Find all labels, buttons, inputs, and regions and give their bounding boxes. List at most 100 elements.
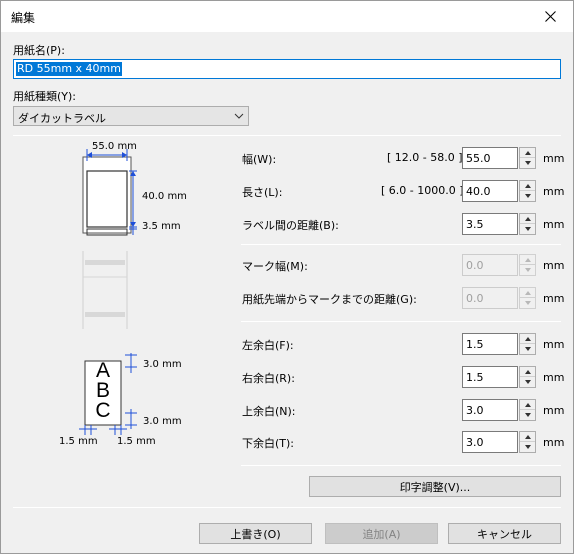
spin-down-icon[interactable]: [520, 442, 535, 452]
spin-up-icon[interactable]: [520, 255, 535, 265]
width-spinner[interactable]: [519, 147, 536, 169]
spin-up-icon[interactable]: [520, 181, 535, 191]
separator: [13, 135, 561, 136]
left-margin-value: 1.5: [466, 338, 484, 351]
spin-down-icon[interactable]: [520, 410, 535, 420]
sample-letter: A: [95, 359, 110, 382]
top-margin-spinner[interactable]: [519, 399, 536, 421]
separator: [241, 465, 561, 466]
spin-up-icon[interactable]: [520, 288, 535, 298]
sample-text: A B C: [87, 359, 119, 422]
bottom-margin-unit: mm: [543, 436, 565, 449]
window-title: 編集: [11, 11, 36, 25]
spin-down-icon[interactable]: [520, 191, 535, 201]
width-label: 幅(W):: [242, 153, 277, 166]
bottom-margin-input[interactable]: 3.0: [462, 431, 518, 453]
mark-distance-label: 用紙先端からマークまでの距離(G):: [242, 293, 417, 306]
spin-up-icon[interactable]: [520, 432, 535, 442]
length-label: 長さ(L):: [242, 186, 283, 199]
mark-distance-value: 0.0: [466, 292, 484, 305]
overwrite-label: 上書き(O): [230, 527, 281, 541]
paper-name-label: 用紙名(P):: [13, 44, 65, 57]
mark-width-spinner[interactable]: [519, 254, 536, 276]
mark-width-label: マーク幅(M):: [242, 260, 308, 273]
print-adjust-button[interactable]: 印字調整(V)...: [309, 476, 561, 497]
top-margin-input[interactable]: 3.0: [462, 399, 518, 421]
left-margin-label: 左余白(F):: [242, 339, 294, 352]
paper-type-value: ダイカットラベル: [18, 112, 106, 125]
spin-down-icon[interactable]: [520, 344, 535, 354]
print-adjust-label: 印字調整(V)...: [399, 480, 471, 494]
right-margin-value: 1.5: [466, 371, 484, 384]
right-margin-unit: mm: [543, 371, 565, 384]
top-margin-value: 3.0: [466, 404, 484, 417]
spin-down-icon[interactable]: [520, 298, 535, 308]
top-margin-label: 上余白(N):: [242, 405, 296, 418]
mark-distance-input[interactable]: 0.0: [462, 287, 518, 309]
length-unit: mm: [543, 185, 565, 198]
gap-value: 3.5: [466, 218, 484, 231]
spin-up-icon[interactable]: [520, 334, 535, 344]
spin-down-icon[interactable]: [520, 224, 535, 234]
mark-width-value: 0.0: [466, 259, 484, 272]
paper-name-value: RD 55mm x 40mm: [16, 62, 122, 76]
spin-down-icon[interactable]: [520, 377, 535, 387]
sample-letter: B: [95, 379, 110, 402]
diagram-top-margin-label: 3.0 mm: [143, 359, 182, 370]
mark-distance-spinner[interactable]: [519, 287, 536, 309]
left-margin-spinner[interactable]: [519, 333, 536, 355]
add-label: 追加(A): [362, 527, 401, 541]
mark-width-input[interactable]: 0.0: [462, 254, 518, 276]
length-value: 40.0: [466, 185, 491, 198]
right-margin-spinner[interactable]: [519, 366, 536, 388]
spin-up-icon[interactable]: [520, 367, 535, 377]
length-input[interactable]: 40.0: [462, 180, 518, 202]
bottom-margin-label: 下余白(T):: [242, 437, 295, 450]
left-margin-input[interactable]: 1.5: [462, 333, 518, 355]
width-value: 55.0: [466, 152, 491, 165]
close-button[interactable]: [527, 1, 573, 31]
separator: [13, 507, 561, 508]
spin-up-icon[interactable]: [520, 214, 535, 224]
edit-dialog: 編集 用紙名(P): RD 55mm x 40mm 用紙種類(Y): ダイカット…: [0, 0, 574, 554]
spin-up-icon[interactable]: [520, 400, 535, 410]
bottom-margin-value: 3.0: [466, 436, 484, 449]
paper-name-input[interactable]: RD 55mm x 40mm: [13, 59, 561, 79]
diagram-height-label: 40.0 mm: [142, 191, 187, 202]
width-range: [ 12.0 - 58.0 ]: [387, 151, 463, 164]
width-unit: mm: [543, 152, 565, 165]
paper-type-label: 用紙種類(Y):: [13, 90, 77, 103]
paper-type-select[interactable]: ダイカットラベル: [13, 106, 249, 126]
gap-label: ラベル間の距離(B):: [242, 219, 339, 232]
diagram-right-margin-label: 1.5 mm: [117, 436, 156, 447]
length-spinner[interactable]: [519, 180, 536, 202]
sample-letter: C: [95, 399, 111, 422]
add-button[interactable]: 追加(A): [325, 523, 438, 544]
right-margin-input[interactable]: 1.5: [462, 366, 518, 388]
gap-input[interactable]: 3.5: [462, 213, 518, 235]
diagram-bottom-margin-label: 3.0 mm: [143, 416, 182, 427]
separator: [241, 321, 561, 322]
overwrite-button[interactable]: 上書き(O): [199, 523, 312, 544]
diagram-gap-label: 3.5 mm: [142, 221, 181, 232]
length-range: [ 6.0 - 1000.0 ]: [381, 184, 464, 197]
chevron-down-icon: [234, 113, 244, 119]
diagram-left-margin-label: 1.5 mm: [59, 436, 98, 447]
cancel-button[interactable]: キャンセル: [448, 523, 561, 544]
spin-down-icon[interactable]: [520, 158, 535, 168]
width-input[interactable]: 55.0: [462, 147, 518, 169]
top-margin-unit: mm: [543, 404, 565, 417]
separator: [241, 244, 561, 245]
gap-unit: mm: [543, 218, 565, 231]
spin-up-icon[interactable]: [520, 148, 535, 158]
left-margin-unit: mm: [543, 338, 565, 351]
gap-spinner[interactable]: [519, 213, 536, 235]
mark-diagram: [82, 251, 128, 329]
title-bar: 編集: [1, 1, 573, 32]
right-margin-label: 右余白(R):: [242, 372, 295, 385]
mark-distance-unit: mm: [543, 292, 565, 305]
spin-down-icon[interactable]: [520, 265, 535, 275]
diagram-width-label: 55.0 mm: [92, 141, 137, 152]
bottom-margin-spinner[interactable]: [519, 431, 536, 453]
cancel-label: キャンセル: [477, 527, 532, 541]
